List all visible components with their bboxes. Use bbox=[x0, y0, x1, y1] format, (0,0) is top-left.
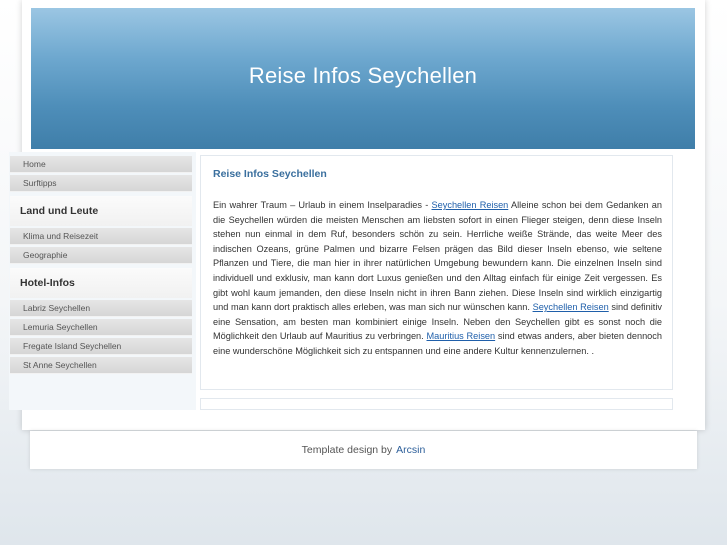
sidebar-group-land-und-leute: Land und Leute bbox=[10, 196, 192, 226]
sidebar-item-home[interactable]: Home bbox=[10, 156, 192, 173]
site-title: Reise Infos Seychellen bbox=[248, 62, 478, 88]
content-title: Reise Infos Seychellen bbox=[213, 168, 327, 180]
sidebar-item-lemuria-seychellen[interactable]: Lemuria Seychellen bbox=[10, 319, 192, 336]
seychellen-reisen-link-2[interactable]: Seychellen Reisen bbox=[533, 302, 609, 312]
footer: Template design by Arcsin bbox=[30, 431, 697, 469]
content-text-part: Ein wahrer Traum – Urlaub in einem Insel… bbox=[213, 200, 432, 210]
sidebar-item-fregate-island-seychellen[interactable]: Fregate Island Seychellen bbox=[10, 338, 192, 355]
sidebar-item-klima-und-reisezeit[interactable]: Klima und Reisezeit bbox=[10, 228, 192, 245]
sidebar-group-hotel-infos: Hotel-Infos bbox=[10, 268, 192, 298]
seychellen-reisen-link[interactable]: Seychellen Reisen bbox=[432, 200, 509, 210]
main-content: Reise Infos Seychellen Ein wahrer Traum … bbox=[200, 155, 673, 390]
mauritius-reisen-link[interactable]: Mauritius Reisen bbox=[427, 331, 496, 341]
secondary-content-box bbox=[200, 398, 673, 410]
content-text-part: Alleine schon bei dem Gedanken an die Se… bbox=[213, 200, 663, 313]
sidebar-item-st-anne-seychellen[interactable]: St Anne Seychellen bbox=[10, 357, 192, 374]
footer-text: Template design by bbox=[301, 444, 393, 456]
sidebar-item-labriz-seychellen[interactable]: Labriz Seychellen bbox=[10, 300, 192, 317]
content-paragraph: Ein wahrer Traum – Urlaub in einem Insel… bbox=[213, 198, 662, 359]
sidebar-item-geographie[interactable]: Geographie bbox=[10, 247, 192, 264]
header-banner: Reise Infos Seychellen bbox=[31, 8, 695, 149]
footer-designer-link[interactable]: Arcsin bbox=[396, 444, 425, 456]
sidebar-item-surftipps[interactable]: Surftipps bbox=[10, 175, 192, 192]
sidebar-menu: Home Surftipps Land und Leute Klima und … bbox=[10, 156, 192, 376]
